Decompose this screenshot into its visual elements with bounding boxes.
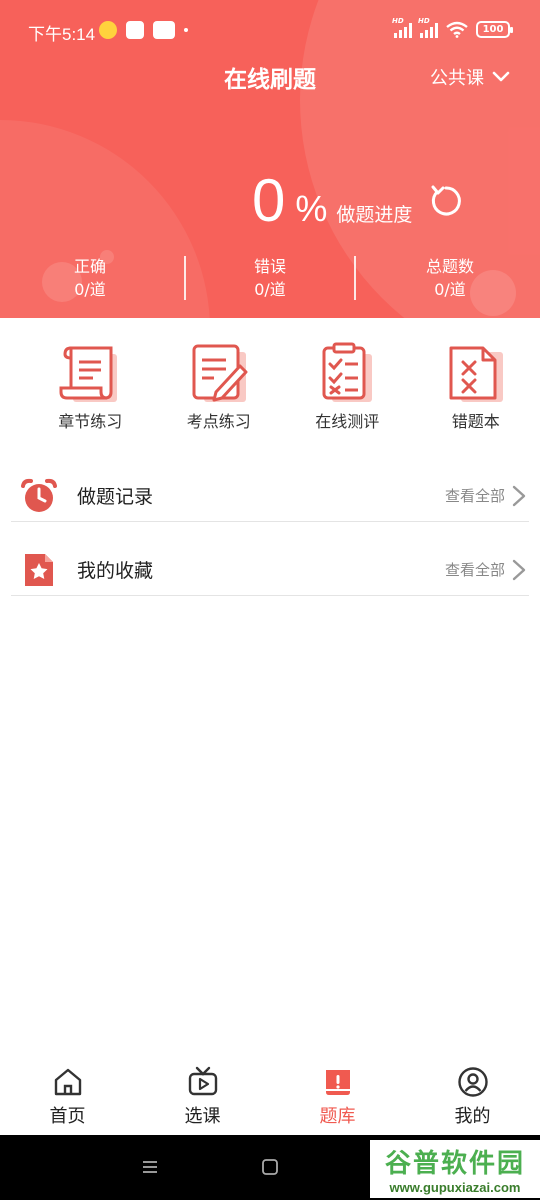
status-app-icons (99, 21, 188, 39)
signal-icon: HD (418, 17, 438, 38)
feature-grid: 章节练习 考点练习 在线测评 错题本 (0, 342, 540, 432)
wifi-icon (446, 21, 468, 38)
chevron-down-icon (492, 71, 510, 82)
feature-label: 错题本 (451, 412, 500, 431)
feature-chapter-practice[interactable]: 章节练习 (26, 342, 155, 432)
header-banner: 下午5:14 HD HD 100 在线刷题 公共课 0 % 做题进度 正确 0/… (0, 0, 540, 318)
scroll-icon (59, 346, 118, 402)
chevron-right-icon (512, 559, 526, 580)
stat-label: 错误 (253, 257, 286, 276)
tab-label: 我的 (454, 1106, 491, 1127)
refresh-icon[interactable] (428, 183, 464, 219)
checklist-icon (322, 342, 373, 402)
stat-label: 总题数 (425, 257, 474, 276)
notification-dot (184, 28, 188, 32)
tv-icon (188, 1066, 217, 1096)
divider (184, 256, 186, 300)
tab-label: 题库 (319, 1106, 356, 1127)
tab-courses[interactable]: 选课 (135, 1060, 270, 1135)
feature-label: 在线测评 (315, 412, 380, 431)
status-bar: 下午5:14 HD HD 100 (0, 0, 540, 62)
watermark: 谷普软件园 www.gupuxiazai.com (370, 1140, 540, 1198)
app-icon (126, 21, 144, 39)
progress-unit: % (295, 188, 328, 229)
user-icon (457, 1067, 488, 1097)
stat-correct: 正确 0/道 (0, 256, 180, 302)
row-my-favorites[interactable]: 我的收藏 查看全部 (11, 544, 529, 596)
feature-label: 章节练习 (58, 412, 123, 431)
stat-value: 0/道 (434, 280, 466, 299)
weibo-icon (99, 21, 117, 39)
view-all-link[interactable]: 查看全部 (445, 559, 505, 580)
xiaohongshu-icon (153, 21, 175, 39)
question-bank-icon (325, 1070, 350, 1095)
feature-label: 考点练习 (186, 412, 251, 431)
stat-wrong: 错误 0/道 (180, 256, 360, 302)
watermark-url: www.gupuxiazai.com (389, 1180, 521, 1195)
wrong-answers-icon (449, 346, 503, 402)
home-icon (54, 1068, 81, 1096)
hd-badge: HD (418, 16, 430, 25)
category-label: 公共课 (430, 68, 484, 89)
edit-document-icon (192, 344, 248, 402)
row-label: 我的收藏 (77, 560, 154, 582)
status-indicators: HD HD 100 (392, 17, 513, 38)
menu-icon[interactable] (140, 1157, 160, 1177)
stat-value: 0/道 (74, 280, 106, 299)
battery-icon: 100 (476, 21, 513, 38)
feature-wrong-answers[interactable]: 错题本 (412, 342, 540, 432)
watermark-title: 谷普软件园 (384, 1149, 525, 1179)
hd-badge: HD (392, 16, 404, 25)
row-label: 做题记录 (77, 486, 154, 508)
stats-bar: 正确 0/道 错误 0/道 总题数 0/道 (0, 256, 540, 302)
star-file-icon (25, 553, 53, 586)
progress-label: 做题进度 (336, 204, 413, 226)
tab-label: 选课 (184, 1106, 221, 1127)
divider (354, 256, 356, 300)
tab-home[interactable]: 首页 (0, 1060, 135, 1135)
tab-label: 首页 (49, 1106, 86, 1127)
alarm-clock-icon (21, 478, 57, 512)
status-time: 下午5:14 (28, 25, 96, 44)
signal-icon: HD (392, 17, 412, 38)
tab-question-bank[interactable]: 题库 (270, 1060, 405, 1135)
stat-value: 0/道 (254, 280, 286, 299)
stat-total: 总题数 0/道 (360, 256, 540, 302)
feature-online-test[interactable]: 在线测评 (283, 342, 412, 432)
feature-topic-practice[interactable]: 考点练习 (155, 342, 284, 432)
row-practice-records[interactable]: 做题记录 查看全部 (11, 470, 529, 522)
bottom-tab-bar: 首页 选课 题库 我的 (0, 1060, 540, 1135)
stat-label: 正确 (73, 257, 106, 276)
progress-display: 0 % 做题进度 (252, 166, 412, 235)
tab-profile[interactable]: 我的 (405, 1060, 540, 1135)
chevron-right-icon (512, 485, 526, 506)
home-square-icon[interactable] (260, 1157, 280, 1177)
view-all-link[interactable]: 查看全部 (445, 485, 505, 506)
progress-value: 0 (252, 167, 286, 234)
category-selector[interactable]: 公共课 (430, 64, 510, 90)
